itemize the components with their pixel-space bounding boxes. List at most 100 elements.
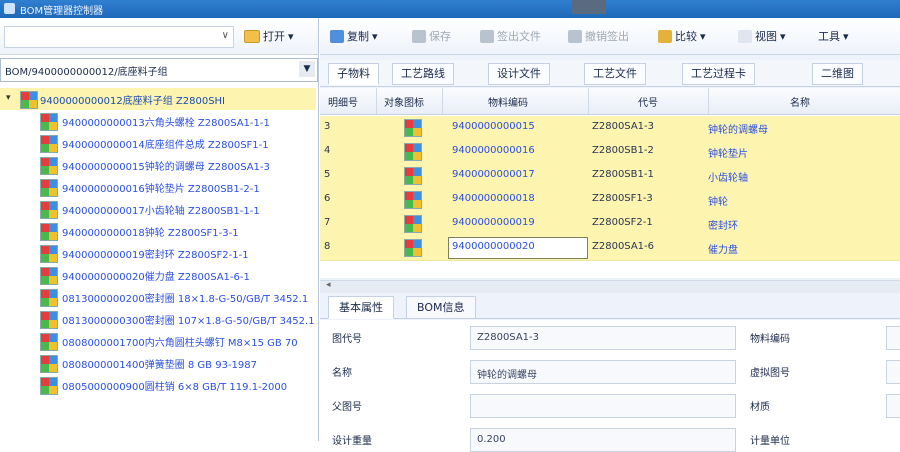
left-toolbar: ∨ 打开 ▾ <box>0 18 318 55</box>
close-icon[interactable] <box>572 0 606 14</box>
check-out-button[interactable]: 签出文件 <box>480 27 541 45</box>
tab-2d-drawing[interactable]: 二维图 <box>812 63 863 85</box>
code-field[interactable] <box>886 326 900 350</box>
tree-root-row[interactable]: ▾ 9400000000012底座料子组 Z2800SHI <box>0 88 316 110</box>
tree-item-label: 9400000000019密封环 Z2800SF2-1-1 <box>62 250 249 261</box>
tree-root-label: 9400000000012底座料子组 Z2800SHI <box>40 96 226 107</box>
part-icon <box>40 377 58 395</box>
table-row[interactable]: 7 9400000000019 Z2800SF2-1 密封环 <box>320 212 900 237</box>
header-seq[interactable]: 明细号 <box>328 94 358 109</box>
cell-code: 9400000000015 <box>452 121 535 132</box>
part-icon <box>40 201 58 219</box>
cell-drawing: Z2800SA1-6 <box>592 241 655 252</box>
tree-item[interactable]: 9400000000015钟轮的调螺母 Z2800SA1-3 <box>0 154 316 176</box>
tree-item-label: 0813000000300密封圈 107×1.8-G-50/GB/T 3452.… <box>62 316 315 327</box>
virtual-drawing-field[interactable] <box>886 360 900 384</box>
cell-name: 钟轮垫片 <box>708 149 748 160</box>
save-button[interactable]: 保存 <box>412 27 451 45</box>
header-name[interactable]: 名称 <box>790 94 810 109</box>
filter-combo[interactable]: ∨ <box>4 26 234 48</box>
tab-sub-material[interactable]: 子物料 <box>328 63 379 85</box>
cell-seq: 8 <box>324 241 331 252</box>
cancel-check-out-button[interactable]: 撤销签出 <box>568 27 629 45</box>
compare-icon <box>658 29 672 43</box>
chevron-down-icon[interactable]: ∨ <box>222 30 229 41</box>
compare-button[interactable]: 比较 ▾ <box>658 27 706 45</box>
tree-item[interactable]: 9400000000016钟轮垫片 Z2800SB1-2-1 <box>0 176 316 198</box>
collapse-icon[interactable]: ▾ <box>6 93 11 103</box>
header-code[interactable]: 物料编码 <box>488 94 528 109</box>
table-row[interactable]: 6 9400000000018 Z2800SF1-3 钟轮 <box>320 188 900 213</box>
window-title: BOM管理器控制器 <box>20 6 104 17</box>
cell-drawing: Z2800SB1-2 <box>592 145 654 156</box>
cell-code: 9400000000020 <box>452 241 535 252</box>
header-drawing[interactable]: 代号 <box>638 94 658 109</box>
tree-item[interactable]: 0808000001400弹簧垫圈 8 GB 93-1987 <box>0 352 316 374</box>
tree-item-label: 0805000000900圆柱销 6×8 GB/T 119.1-2000 <box>62 382 288 393</box>
path-combo[interactable]: BOM/9400000000012/底座料子组 ▼ <box>0 58 318 82</box>
header-icon[interactable]: 对象图标 <box>384 94 424 109</box>
dropdown-arrow-icon[interactable]: ▼ <box>299 61 315 77</box>
table-row[interactable]: 3 9400000000015 Z2800SA1-3 钟轮的调螺母 <box>320 116 900 141</box>
scroll-left-icon[interactable]: ◂ <box>326 280 331 290</box>
part-icon <box>40 179 58 197</box>
drawing-field[interactable]: Z2800SA1-3 <box>470 326 736 350</box>
open-button-label: 打开 <box>263 30 285 43</box>
parent-field[interactable] <box>470 394 736 418</box>
tree-item-label: 9400000000017小齿轮轴 Z2800SB1-1-1 <box>62 206 260 217</box>
tree-item[interactable]: 9400000000017小齿轮轴 Z2800SB1-1-1 <box>0 198 316 220</box>
table-row[interactable]: 8 9400000000020 Z2800SA1-6 催力盘 <box>320 236 900 261</box>
tree-item[interactable]: 0808000001700内六角圆柱头螺钉 M8×15 GB 70 <box>0 330 316 352</box>
part-icon <box>404 167 422 185</box>
tree-item[interactable]: 9400000000019密封环 Z2800SF2-1-1 <box>0 242 316 264</box>
table-row[interactable]: 5 9400000000017 Z2800SB1-1 小齿轮轴 <box>320 164 900 189</box>
cell-code: 9400000000017 <box>452 169 535 180</box>
virtual-drawing-label: 虚拟图号 <box>750 368 790 379</box>
cell-code: 9400000000016 <box>452 145 535 156</box>
attribute-form: 图代号 Z2800SA1-3 物料编码 名称 钟轮的调螺母 虚拟图号 父图号 材… <box>320 320 900 452</box>
app-icon <box>4 3 15 14</box>
tree-item-label: 0808000001400弹簧垫圈 8 GB 93-1987 <box>62 360 257 371</box>
part-icon <box>404 215 422 233</box>
cancel-check-out-label: 撤销签出 <box>585 30 629 43</box>
part-icon <box>40 223 58 241</box>
code-label: 物料编码 <box>750 334 790 345</box>
part-icon <box>20 91 38 109</box>
weight-field-value: 0.200 <box>477 434 506 445</box>
cell-seq: 6 <box>324 193 331 204</box>
cell-drawing: Z2800SF2-1 <box>592 217 653 228</box>
cell-seq: 5 <box>324 169 331 180</box>
weight-field[interactable]: 0.200 <box>470 428 736 452</box>
tab-basic-attributes[interactable]: 基本属性 <box>328 296 394 319</box>
chevron-down-icon: ▾ <box>700 29 706 43</box>
tree-item-label: 9400000000013六角头螺栓 Z2800SA1-1-1 <box>62 118 270 129</box>
tab-bom-info[interactable]: BOM信息 <box>406 296 476 319</box>
cell-name: 催力盘 <box>708 245 738 256</box>
part-icon <box>40 333 58 351</box>
material-field[interactable] <box>886 394 900 418</box>
name-field[interactable]: 钟轮的调螺母 <box>470 360 736 384</box>
tab-process-route[interactable]: 工艺路线 <box>392 63 454 85</box>
tree-item[interactable]: 9400000000018钟轮 Z2800SF1-3-1 <box>0 220 316 242</box>
tree-item[interactable]: 0813000000300密封圈 107×1.8-G-50/GB/T 3452.… <box>0 308 316 330</box>
tree-item[interactable]: 9400000000020催力盘 Z2800SA1-6-1 <box>0 264 316 286</box>
copy-button[interactable]: 复制 ▾ <box>330 27 378 45</box>
cell-name: 钟轮的调螺母 <box>708 125 768 136</box>
view-button[interactable]: 视图 ▾ <box>738 27 786 45</box>
tree-item[interactable]: 9400000000014底座组件总成 Z2800SF1-1 <box>0 132 316 154</box>
tools-button[interactable]: 工具 ▾ <box>818 27 849 45</box>
open-button[interactable]: 打开 ▾ <box>244 27 294 45</box>
tree-item[interactable]: 0805000000900圆柱销 6×8 GB/T 119.1-2000 <box>0 374 316 396</box>
horizontal-scrollbar[interactable]: ◂ <box>320 280 900 293</box>
tree-item[interactable]: 9400000000013六角头螺栓 Z2800SA1-1-1 <box>0 110 316 132</box>
tab-process-file[interactable]: 工艺文件 <box>584 63 646 85</box>
copy-icon <box>330 29 344 43</box>
cell-drawing: Z2800SA1-3 <box>592 121 655 132</box>
cell-code: 9400000000018 <box>452 193 535 204</box>
tab-design-file[interactable]: 设计文件 <box>488 63 550 85</box>
cell-seq: 4 <box>324 145 331 156</box>
tree-item[interactable]: 0813000000200密封圈 18×1.8-G-50/GB/T 3452.1 <box>0 286 316 308</box>
cell-name: 小齿轮轴 <box>708 173 748 184</box>
tab-process-card[interactable]: 工艺过程卡 <box>682 63 755 85</box>
table-row[interactable]: 4 9400000000016 Z2800SB1-2 钟轮垫片 <box>320 140 900 165</box>
